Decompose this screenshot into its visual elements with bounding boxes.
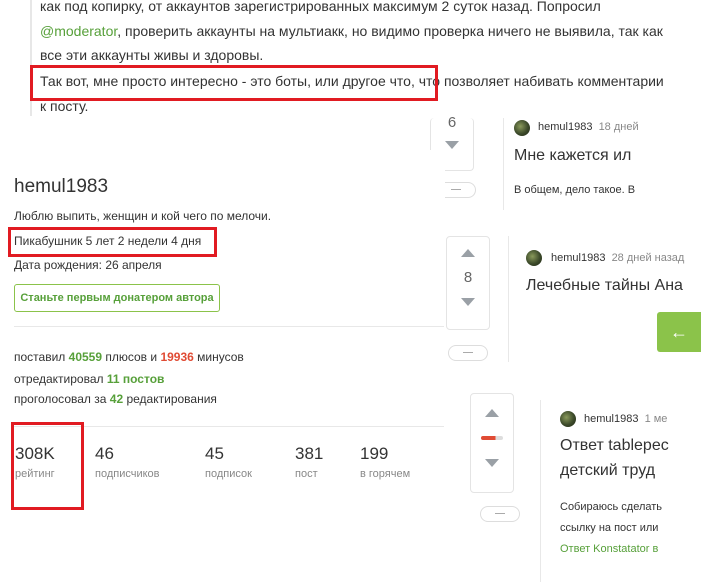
comment-thread-line: [508, 236, 509, 362]
comment-title[interactable]: Мне кажется ил: [514, 147, 644, 165]
comment-snippet-line-2: ссылку на пост или: [560, 522, 659, 534]
upvote-icon[interactable]: [485, 409, 499, 417]
vote-count: 6: [447, 114, 457, 131]
avatar: [560, 411, 576, 427]
stat-edited: отредактировал 11 постов: [14, 372, 165, 386]
profile-bio: Люблю выпить, женщин и кой чего по мелоч…: [14, 209, 272, 223]
comment-snippet: В общем, дело такое. В: [514, 184, 636, 196]
comment-title[interactable]: Ответ tablepec: [560, 437, 708, 455]
comment-author[interactable]: hemul1983 1 ме: [584, 413, 667, 425]
collapse-button[interactable]: [480, 506, 520, 522]
vote-box-3: [470, 393, 514, 493]
back-button[interactable]: ←: [657, 312, 701, 352]
highlight-box-rating: [11, 422, 84, 510]
comment-author[interactable]: hemul1983 28 дней назад: [551, 252, 684, 264]
avatar: [526, 250, 542, 266]
donate-button[interactable]: Станьте первым донатером автора: [14, 284, 220, 312]
collapse-button[interactable]: [448, 345, 488, 361]
stat-subscriptions[interactable]: 45 подписок: [205, 444, 252, 480]
post-line-3: все эти аккаунты живы и здоровы.: [40, 47, 264, 63]
reply-link[interactable]: Ответ Konstatator в: [560, 543, 708, 555]
post-line-2: @moderator, проверить аккаунты на мульти…: [40, 23, 663, 39]
vote-box-2: 8: [446, 236, 490, 330]
comment-thread-line: [503, 118, 504, 210]
highlight-box-question: [30, 65, 438, 101]
comment-title[interactable]: Лечебные тайны Ана: [526, 277, 708, 295]
downvote-icon[interactable]: [461, 298, 475, 306]
vote-count: 8: [463, 269, 473, 286]
stat-posts[interactable]: 381 пост: [295, 444, 323, 480]
comment-snippet: Собираюсь сделать: [560, 501, 663, 513]
stat-hot[interactable]: 199 в горячем: [360, 444, 410, 480]
stat-voted-edits: проголосовал за 42 редактирования: [14, 392, 217, 406]
highlight-box-membership: [8, 227, 217, 257]
moderator-mention[interactable]: @moderator: [40, 23, 117, 39]
stat-followers[interactable]: 46 подписчиков: [95, 444, 160, 480]
post-line-1: как под копирку, от аккаунтов зарегистри…: [40, 0, 601, 14]
rating-bar: [481, 436, 503, 440]
avatar: [514, 120, 530, 136]
arrow-left-icon: ←: [670, 321, 688, 342]
post-fragment: как под копирку, от аккаунтов зарегистри…: [0, 0, 708, 120]
upvote-icon[interactable]: [461, 249, 475, 257]
divider: [14, 326, 444, 327]
profile-birthday: Дата рождения: 26 апреля: [14, 258, 162, 272]
downvote-icon[interactable]: [485, 459, 499, 467]
comment-author[interactable]: hemul1983 18 дней: [538, 121, 639, 133]
comment-title-line-2[interactable]: детский труд: [560, 462, 708, 480]
comment-thread-line: [540, 400, 541, 582]
stat-votes: поставил 40559 плюсов и 19936 минусов: [14, 350, 244, 364]
downvote-icon[interactable]: [445, 141, 459, 149]
profile-username: hemul1983: [14, 176, 109, 197]
